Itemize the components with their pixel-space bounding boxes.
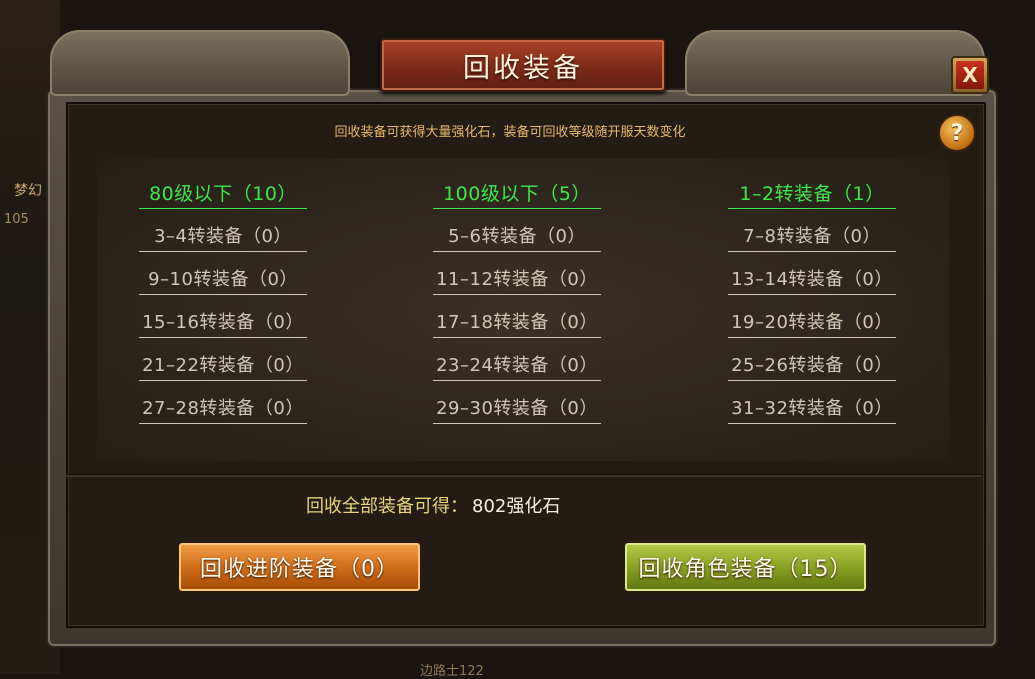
- category-link[interactable]: 3–4转装备（0）: [139, 224, 307, 252]
- category-link[interactable]: 80级以下（10）: [139, 181, 307, 209]
- category-link[interactable]: 9–10转装备（0）: [139, 267, 307, 295]
- category-link[interactable]: 17–18转装备（0）: [433, 310, 601, 338]
- category-link[interactable]: 11–12转装备（0）: [433, 267, 601, 295]
- category-link[interactable]: 7–8转装备（0）: [728, 224, 896, 252]
- category-link[interactable]: 1–2转装备（1）: [728, 181, 896, 209]
- category-link[interactable]: 23–24转装备（0）: [433, 353, 601, 381]
- category-link[interactable]: 13–14转装备（0）: [728, 267, 896, 295]
- frame-ornament-left: [50, 30, 350, 96]
- category-link[interactable]: 5–6转装备（0）: [433, 224, 601, 252]
- dialog-title: 回收装备: [463, 52, 583, 84]
- background-player-name: 梦幻: [14, 183, 42, 199]
- recycle-hint: 回收装备可获得大量强化石，装备可回收等级随开服天数变化: [334, 125, 686, 140]
- category-link[interactable]: 21–22转装备（0）: [139, 353, 307, 381]
- category-link[interactable]: 19–20转装备（0）: [728, 310, 896, 338]
- section-divider: [66, 474, 982, 477]
- background-player-level: 105: [4, 212, 29, 227]
- category-link[interactable]: 29–30转装备（0）: [433, 396, 601, 424]
- background-bottom-label: 边路士122: [420, 664, 484, 679]
- title-plaque: 回收装备: [380, 38, 666, 92]
- category-link[interactable]: 15–16转装备（0）: [139, 310, 307, 338]
- total-value: 802强化石: [472, 496, 561, 517]
- frame-ornament-right: [685, 30, 985, 96]
- recycle-role-button[interactable]: 回收角色装备（15）: [623, 541, 868, 593]
- help-button[interactable]: ?: [938, 114, 976, 152]
- recycle-advanced-button[interactable]: 回收进阶装备（0）: [177, 541, 422, 593]
- close-icon: X: [956, 61, 984, 89]
- total-reward: 回收全部装备可得： 802强化石: [306, 492, 560, 518]
- category-link[interactable]: 27–28转装备（0）: [139, 396, 307, 424]
- category-link[interactable]: 31–32转装备（0）: [728, 396, 896, 424]
- total-label: 回收全部装备可得：: [306, 496, 468, 517]
- category-link[interactable]: 25–26转装备（0）: [728, 353, 896, 381]
- category-link[interactable]: 100级以下（5）: [433, 181, 601, 209]
- close-button[interactable]: X: [951, 56, 989, 94]
